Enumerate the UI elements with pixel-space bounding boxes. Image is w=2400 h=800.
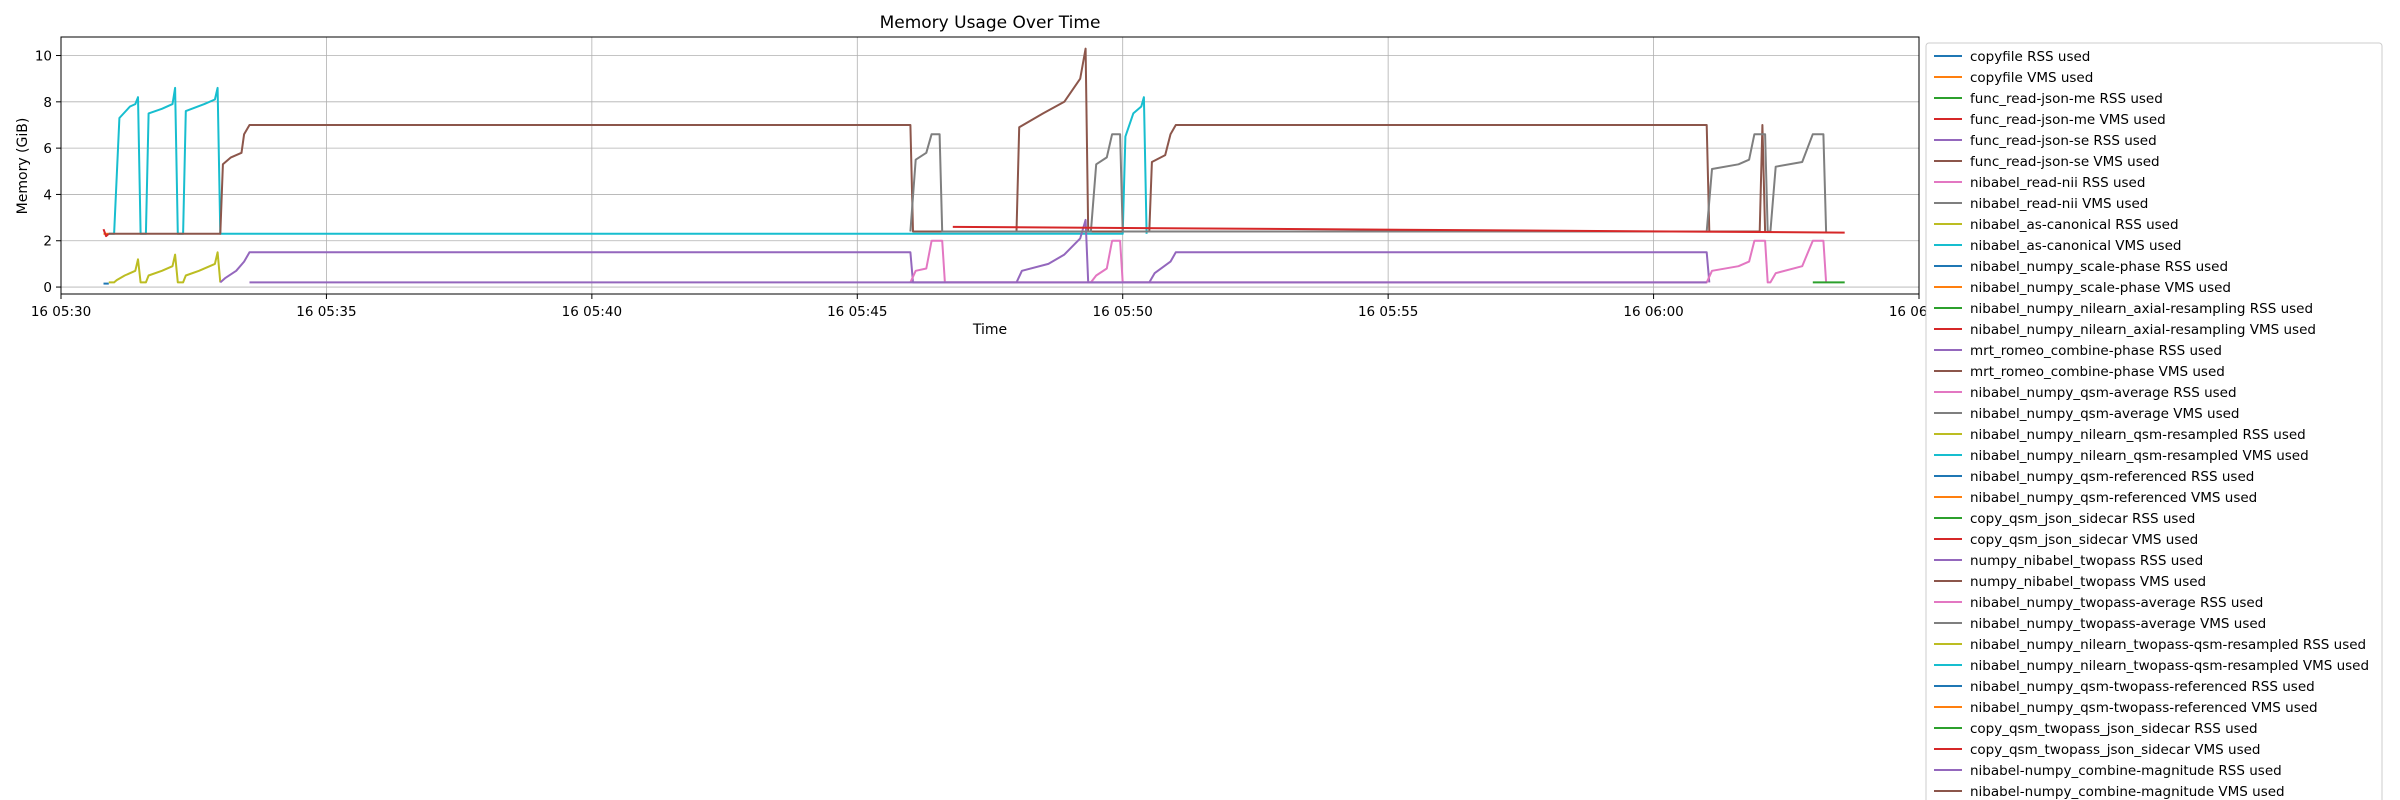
legend-item: copy_qsm_json_sidecar RSS used [1970,511,2195,527]
series-line [108,47,1767,235]
legend-item: nibabel_as-canonical VMS used [1970,238,2181,254]
legend-item: nibabel_numpy_qsm-referenced RSS used [1970,469,2254,485]
legend-item: func_read-json-me RSS used [1970,91,2163,107]
legend-item: copy_qsm_json_sidecar VMS used [1970,532,2198,548]
legend-item: nibabel_numpy_scale-phase VMS used [1970,280,2231,296]
legend-item: numpy_nibabel_twopass VMS used [1970,574,2206,590]
legend-item: nibabel_numpy_nilearn_axial-resampling V… [1970,322,2316,338]
legend-item: nibabel_numpy_nilearn_axial-resampling R… [1970,301,2313,317]
x-tick-label: 16 05:45 [827,304,887,320]
legend-item: nibabel_as-canonical RSS used [1970,217,2179,233]
x-tick-label: 16 06:00 [1623,304,1683,320]
legend-item: copy_qsm_twopass_json_sidecar VMS used [1970,742,2261,758]
legend-item: nibabel_numpy_nilearn_qsm-resampled VMS … [1970,448,2309,464]
legend-item: copyfile VMS used [1970,70,2093,86]
chart-title: Memory Usage Over Time [880,13,1101,33]
legend-item: func_read-json-se VMS used [1970,154,2160,170]
series-line [909,239,1828,284]
y-axis-ticks: 0 2 4 6 8 10 [35,49,61,296]
legend-item: nibabel_numpy_qsm-twopass-referenced RSS… [1970,679,2315,695]
plot-frame [60,36,1920,295]
legend-item: mrt_romeo_combine-phase RSS used [1970,343,2222,359]
legend-item: nibabel-numpy_combine-magnitude RSS used [1970,763,2282,779]
y-tick-label: 6 [43,141,52,157]
grid-lines [60,37,1920,294]
x-tick-label: 16 05:40 [562,304,622,320]
legend-item: numpy_nibabel_twopass RSS used [1970,553,2203,569]
legend: copyfile RSS used copyfile VMS used func_r… [1925,42,2383,800]
legend-item: copy_qsm_twopass_json_sidecar RSS used [1970,721,2258,737]
legend-item: nibabel_numpy_qsm-twopass-referenced VMS… [1970,700,2318,716]
legend-item: nibabel_numpy_qsm-average VMS used [1970,406,2240,422]
series-lines [102,47,1845,285]
series-line [108,251,222,284]
y-tick-label: 4 [43,187,52,203]
legend-item: nibabel_numpy_twopass-average RSS used [1970,595,2263,611]
x-tick-label: 16 05:35 [296,304,356,320]
y-tick-label: 10 [35,49,52,65]
legend-item: nibabel_read-nii RSS used [1970,175,2145,191]
legend-item: mrt_romeo_combine-phase VMS used [1970,364,2225,380]
x-axis-label: Time [972,322,1007,338]
x-tick-label: 16 05:50 [1093,304,1153,320]
legend-item: func_read-json-me VMS used [1970,112,2166,128]
legend-item: nibabel_numpy_qsm-average RSS used [1970,385,2237,401]
legend-item: nibabel_numpy_scale-phase RSS used [1970,259,2228,275]
series-line [219,218,1711,284]
legend-item: nibabel_numpy_nilearn_twopass-qsm-resamp… [1970,658,2369,674]
x-axis-ticks: 16 05:30 16 05:35 16 05:40 16 05:45 16 05:50… [31,294,1949,320]
legend-item: copyfile RSS used [1970,49,2090,65]
legend-item: nibabel_read-nii VMS used [1970,196,2148,212]
legend-item: nibabel_numpy_nilearn_twopass-qsm-resamp… [1970,637,2366,653]
memory-chart: Memory Usage Over Time 16 05:30 16 05:35 1… [15,13,2383,800]
x-tick-label: 16 05:30 [31,304,91,320]
y-tick-label: 2 [43,234,52,250]
series-line [909,133,1828,233]
series-line [108,86,1148,235]
y-tick-label: 0 [43,280,52,296]
legend-item: nibabel_numpy_qsm-referenced VMS used [1970,490,2257,506]
legend-item: nibabel_numpy_nilearn_qsm-resampled RSS … [1970,427,2306,443]
x-tick-label: 16 05:55 [1358,304,1418,320]
y-tick-label: 8 [43,95,52,111]
y-axis-label: Memory (GiB) [15,118,31,215]
legend-item: nibabel_numpy_twopass-average VMS used [1970,616,2266,632]
legend-item: func_read-json-se RSS used [1970,133,2157,149]
series-line [102,228,110,238]
legend-item: nibabel-numpy_combine-magnitude VMS used [1970,784,2285,800]
